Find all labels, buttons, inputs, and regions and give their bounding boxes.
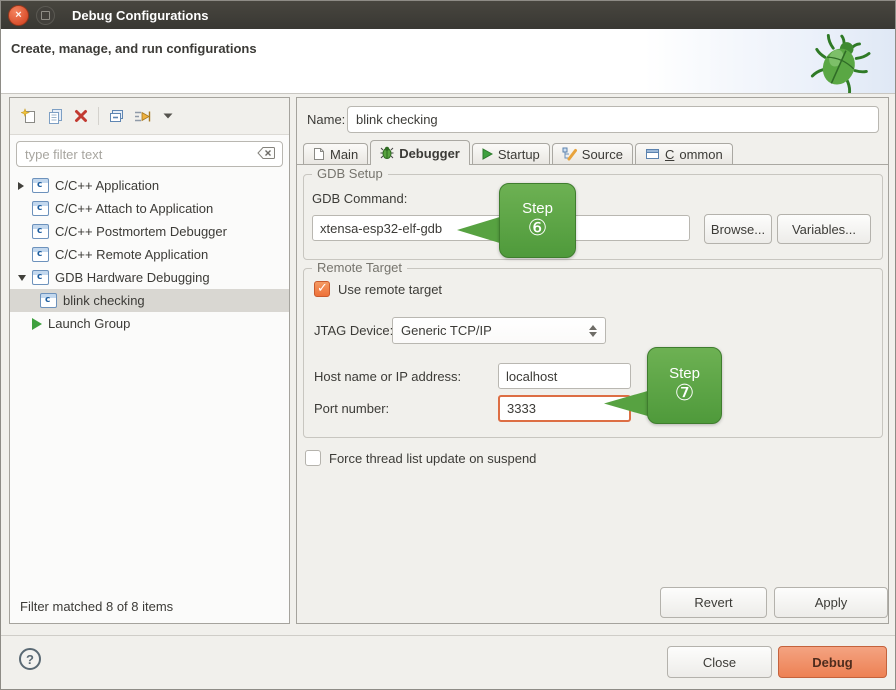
c-application-icon bbox=[32, 247, 49, 262]
tree-item-label: C/C++ Application bbox=[55, 178, 159, 193]
remote-target-legend: Remote Target bbox=[312, 260, 407, 275]
footer-separator bbox=[1, 635, 895, 636]
sidebar-toolbar bbox=[10, 98, 289, 135]
c-application-icon bbox=[32, 270, 49, 285]
configuration-tabs: Main Debugger Startup bbox=[303, 140, 735, 165]
host-input[interactable] bbox=[498, 363, 631, 389]
configurations-tree: C/C++ Application C/C++ Attach to Applic… bbox=[10, 172, 289, 591]
jtag-device-combo[interactable]: Generic TCP/IP bbox=[392, 317, 606, 344]
use-remote-target-checkbox[interactable] bbox=[314, 281, 330, 297]
restore-window-icon[interactable] bbox=[36, 6, 55, 25]
remote-target-group: Remote Target Use remote target JTAG Dev… bbox=[303, 268, 883, 438]
expander-collapsed-icon[interactable] bbox=[18, 182, 32, 190]
browse-button[interactable]: Browse... bbox=[704, 214, 772, 244]
help-button[interactable]: ? bbox=[19, 648, 41, 670]
delete-configuration-icon[interactable] bbox=[68, 103, 94, 129]
tab-main[interactable]: Main bbox=[303, 143, 368, 164]
name-input[interactable] bbox=[347, 106, 879, 133]
tree-item-gdb-hardware-debugging[interactable]: GDB Hardware Debugging bbox=[10, 266, 289, 289]
tree-item-cpp-remote[interactable]: C/C++ Remote Application bbox=[10, 243, 289, 266]
source-tree-icon bbox=[562, 147, 577, 161]
c-application-icon bbox=[32, 178, 49, 193]
force-thread-checkbox[interactable] bbox=[305, 450, 321, 466]
tree-item-cpp-postmortem[interactable]: C/C++ Postmortem Debugger bbox=[10, 220, 289, 243]
variables-button[interactable]: Variables... bbox=[777, 214, 871, 244]
expander-expanded-icon[interactable] bbox=[18, 275, 32, 281]
force-thread-label: Force thread list update on suspend bbox=[329, 451, 536, 466]
play-icon bbox=[482, 148, 493, 160]
tab-source[interactable]: Source bbox=[552, 143, 633, 164]
combo-spinner-icon bbox=[589, 325, 597, 337]
close-button[interactable]: Close bbox=[667, 646, 772, 678]
c-application-icon bbox=[40, 293, 57, 308]
tree-item-launch-group[interactable]: Launch Group bbox=[10, 312, 289, 335]
use-remote-target-row: Use remote target bbox=[314, 281, 442, 297]
jtag-device-label: JTAG Device: bbox=[314, 323, 393, 338]
filter-input[interactable] bbox=[16, 141, 283, 167]
step7-callout: Step ⑦ bbox=[647, 347, 722, 424]
duplicate-configuration-icon[interactable] bbox=[42, 103, 68, 129]
gdb-command-label: GDB Command: bbox=[312, 191, 407, 206]
debug-bug-logo-icon bbox=[809, 31, 871, 96]
launch-group-icon bbox=[32, 318, 42, 330]
filter-row bbox=[10, 135, 289, 172]
step6-callout: Step ⑥ bbox=[499, 183, 576, 258]
tree-item-label: C/C++ Remote Application bbox=[55, 247, 208, 262]
configuration-detail-panel: Name: Main Debugger Startup bbox=[296, 97, 889, 624]
filter-configurations-icon[interactable] bbox=[129, 103, 155, 129]
dialog-subtitle: Create, manage, and run configurations bbox=[11, 41, 257, 56]
force-thread-row: Force thread list update on suspend bbox=[305, 450, 536, 466]
tab-common[interactable]: Common bbox=[635, 143, 733, 164]
gdb-setup-group: GDB Setup GDB Command: Browse... Variabl… bbox=[303, 174, 883, 260]
close-window-icon[interactable]: × bbox=[8, 5, 29, 26]
debug-configurations-dialog: × Debug Configurations Create, manage, a… bbox=[0, 0, 896, 690]
tree-item-label: Launch Group bbox=[48, 316, 130, 331]
window-title: Debug Configurations bbox=[72, 8, 209, 23]
tree-item-blink-checking[interactable]: blink checking bbox=[10, 289, 289, 312]
clear-filter-icon[interactable] bbox=[257, 146, 276, 163]
filter-status-text: Filter matched 8 of 8 items bbox=[10, 591, 289, 623]
file-icon bbox=[313, 147, 325, 161]
gdb-setup-legend: GDB Setup bbox=[312, 166, 388, 181]
dialog-header: Create, manage, and run configurations bbox=[1, 29, 895, 94]
jtag-device-value: Generic TCP/IP bbox=[401, 323, 492, 338]
window-icon bbox=[645, 148, 660, 160]
revert-button[interactable]: Revert bbox=[660, 587, 767, 618]
tree-item-cpp-application[interactable]: C/C++ Application bbox=[10, 174, 289, 197]
c-application-icon bbox=[32, 224, 49, 239]
port-input[interactable] bbox=[498, 395, 631, 422]
tree-item-label: GDB Hardware Debugging bbox=[55, 270, 210, 285]
debug-button[interactable]: Debug bbox=[778, 646, 887, 678]
c-application-icon bbox=[32, 201, 49, 216]
host-label: Host name or IP address: bbox=[314, 369, 461, 384]
collapse-all-icon[interactable] bbox=[103, 103, 129, 129]
tab-debugger[interactable]: Debugger bbox=[370, 140, 470, 165]
name-label: Name: bbox=[307, 112, 345, 127]
titlebar: × Debug Configurations bbox=[1, 1, 895, 29]
tree-item-cpp-attach[interactable]: C/C++ Attach to Application bbox=[10, 197, 289, 220]
tree-item-label: blink checking bbox=[63, 293, 145, 308]
apply-button[interactable]: Apply bbox=[774, 587, 888, 618]
tree-item-label: C/C++ Postmortem Debugger bbox=[55, 224, 227, 239]
tree-item-label: C/C++ Attach to Application bbox=[55, 201, 213, 216]
toolbar-separator bbox=[98, 107, 99, 125]
use-remote-target-label: Use remote target bbox=[338, 282, 442, 297]
configurations-sidebar: C/C++ Application C/C++ Attach to Applic… bbox=[9, 97, 290, 624]
new-configuration-icon[interactable] bbox=[16, 103, 42, 129]
port-label: Port number: bbox=[314, 401, 389, 416]
bug-icon bbox=[380, 146, 394, 160]
tab-startup[interactable]: Startup bbox=[472, 143, 550, 164]
toolbar-menu-chevron-icon[interactable] bbox=[155, 103, 181, 129]
